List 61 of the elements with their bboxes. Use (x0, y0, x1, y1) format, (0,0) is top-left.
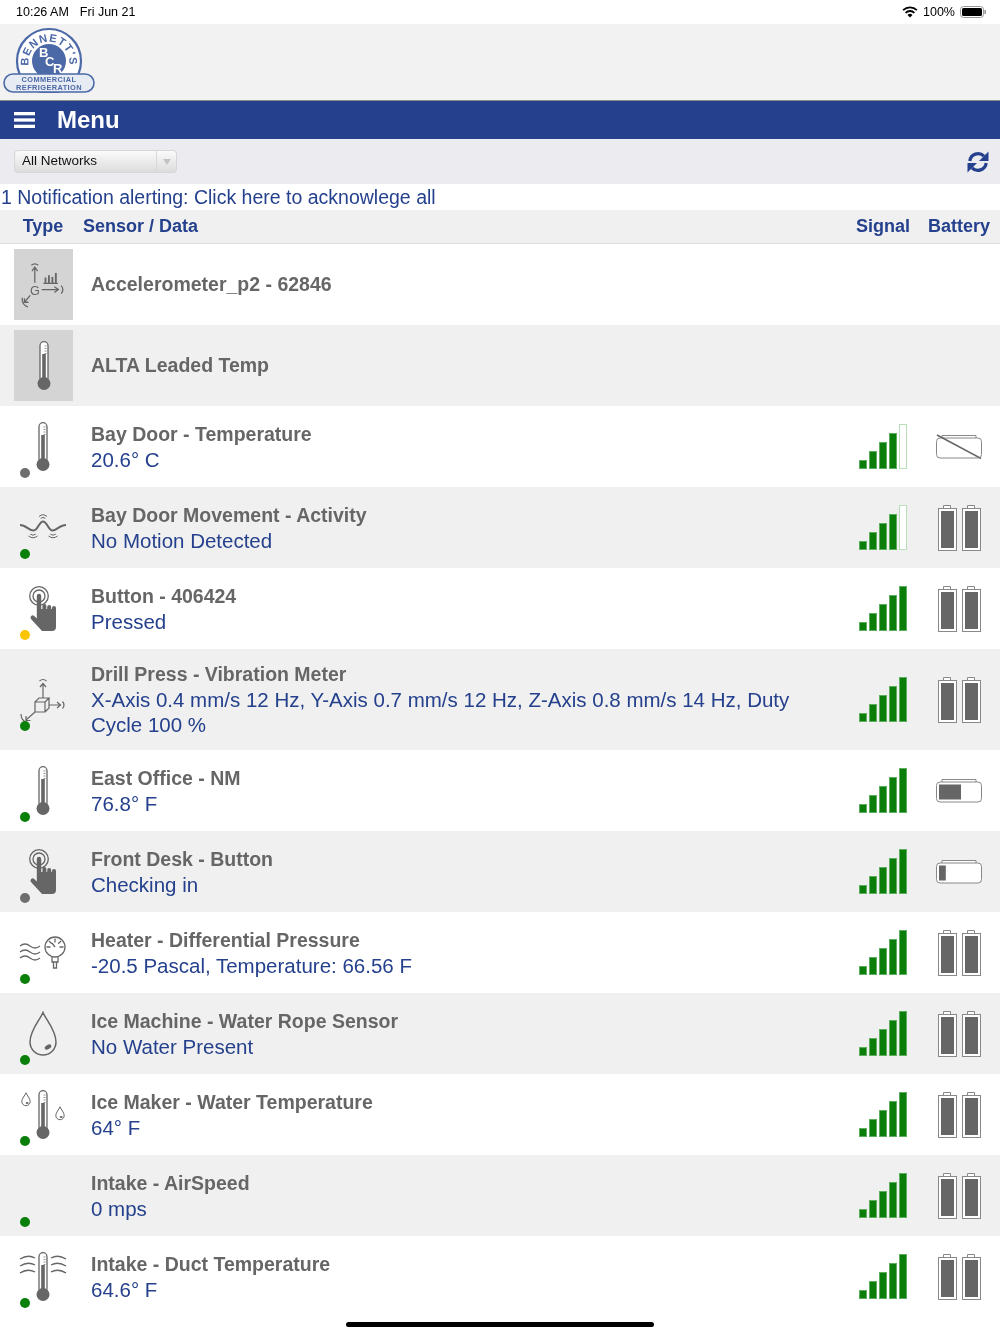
column-header: Type (22, 215, 64, 238)
battery-icon (960, 6, 987, 18)
sensor-row[interactable]: Intake - Duct Temperature 64.6° F (0, 1236, 1000, 1317)
caret-icon (162, 158, 171, 165)
sensor-reading: 0 mps (91, 1195, 148, 1221)
sensor-row[interactable]: Heater - Differential Pressure -20.5 Pascal, Temperature: 66.56 F (0, 912, 1000, 993)
thermometer-icon (36, 765, 50, 816)
sensor-row[interactable]: Ice Maker - Water Temperature 64° F (0, 1074, 1000, 1155)
sensor-row[interactable]: Drill Press - Vibration Meter X-Axis 0.4 mm/s 12 Hz, Y-Axis 0.7 mm/s 12 Hz, Z-Axis 0.8 mm/s 14 Hz, Duty Cycle 100 % (0, 649, 1000, 750)
menu-button[interactable]: Menu (14, 108, 120, 132)
sensor-reading: 64° F (91, 1114, 142, 1140)
sensor-row[interactable]: Button - 406424 Pressed (0, 568, 1000, 649)
status-date: Fri Jun 21 (79, 3, 136, 21)
sensor-name: Front Desk - Button (91, 846, 274, 872)
sensor-reading: X-Axis 0.4 mm/s 12 Hz, Y-Axis 0.7 mm/s 12 Hz, Z-Axis 0.8 mm/s 14 Hz, Duty Cycle 100 % (91, 687, 791, 737)
menu-icon (14, 112, 35, 128)
sensor-reading: 76.8° F (91, 790, 159, 816)
sensor-name: Ice Maker - Water Temperature (91, 1089, 374, 1115)
sensor-row[interactable]: East Office - NM 76.8° F (0, 750, 1000, 831)
touch-hand-icon (28, 848, 58, 895)
sensor-name: Accelerometer_p2 - 62846 (91, 272, 333, 297)
thermometer-icon (36, 421, 50, 472)
sensor-name: ALTA Leaded Temp (91, 353, 271, 378)
sensor-name: Intake - AirSpeed (91, 1170, 251, 1196)
column-header: Sensor / Data (83, 215, 199, 238)
sensor-row[interactable]: Bay Door Movement - Activity No Motion Detected (0, 487, 1000, 568)
sensor-row[interactable]: ALTA Leaded Temp (0, 325, 1000, 406)
sensor-name: East Office - NM (91, 765, 242, 791)
sensor-name: Heater - Differential Pressure (91, 927, 361, 953)
sensor-row[interactable]: G Accelerometer_p2 - 62846 (0, 244, 1000, 325)
sensor-reading: 20.6° C (91, 446, 161, 472)
thermometer-waves-icon (19, 1251, 67, 1302)
sensor-name: Intake - Duct Temperature (91, 1251, 332, 1277)
sensor-reading: Checking in (91, 871, 200, 897)
sensor-reading: Pressed (91, 608, 168, 634)
network-select[interactable]: All Networks (14, 150, 177, 173)
refresh-icon[interactable] (966, 149, 990, 174)
column-header: Signal (856, 215, 910, 238)
sensor-name: Bay Door Movement - Activity (91, 502, 368, 528)
thermometer-drops-icon (20, 1089, 66, 1140)
water-drop-icon (28, 1010, 58, 1057)
sensor-reading: No Motion Detected (91, 527, 274, 553)
sensor-name: Ice Machine - Water Rope Sensor (91, 1008, 400, 1034)
wifi-icon (902, 6, 918, 18)
notification-link[interactable]: 1 Notification alerting: Click here to acknowlege all (0, 184, 1000, 210)
gauge-waves-icon (19, 934, 67, 971)
sensor-row[interactable]: Front Desk - Button Checking in (0, 831, 1000, 912)
sensor-reading: -20.5 Pascal, Temperature: 66.56 F (91, 952, 413, 978)
column-header: Battery (928, 215, 990, 238)
sensor-row[interactable]: Bay Door - Temperature 20.6° C (0, 406, 1000, 487)
sensor-row[interactable]: Intake - AirSpeed 0 mps (0, 1155, 1000, 1236)
sensor-name: Button - 406424 (91, 583, 238, 609)
axes-chart-icon: G (14, 249, 73, 320)
status-time: 10:26 AM (16, 3, 69, 21)
sensor-reading: 64.6° F (91, 1276, 159, 1302)
sensor-reading: No Water Present (91, 1033, 255, 1059)
battery-percent: 100% (923, 3, 955, 21)
touch-hand-icon (28, 585, 58, 632)
sensor-row[interactable]: Ice Machine - Water Rope Sensor No Water Present (0, 993, 1000, 1074)
sensor-name: Bay Door - Temperature (91, 421, 313, 447)
sensor-name: Drill Press - Vibration Meter (91, 662, 348, 687)
